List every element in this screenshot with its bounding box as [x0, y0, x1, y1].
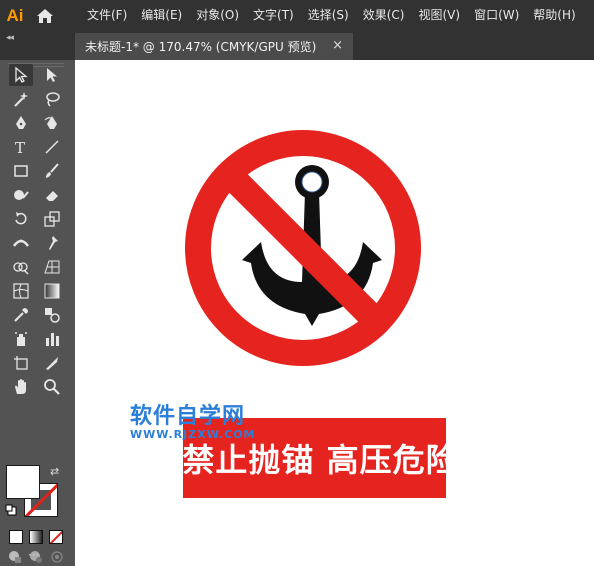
menu-effect[interactable]: 效果(C) [356, 0, 412, 31]
shape-builder-tool-icon[interactable] [9, 256, 33, 278]
artboard-tool-icon[interactable] [9, 352, 33, 374]
app-logo: Ai [6, 5, 24, 25]
watermark-title: 软件自学网 [130, 404, 246, 429]
menu-file[interactable]: 文件(F) [80, 0, 134, 31]
draw-normal-icon[interactable] [5, 548, 25, 566]
width-tool-icon[interactable] [9, 232, 33, 254]
scale-tool-icon[interactable] [40, 208, 64, 230]
symbol-sprayer-tool-icon[interactable] [9, 328, 33, 350]
menu-view[interactable]: 视图(V) [411, 0, 467, 31]
warning-text: 禁止抛锚 高压危险 [182, 441, 459, 479]
menu-bar: Ai 文件(F) 编辑(E) 对象(O) 文字(T) 选择(S) 效果(C) 视… [0, 0, 594, 31]
home-icon [37, 8, 53, 23]
mesh-tool-icon[interactable] [9, 280, 33, 302]
eraser-tool-icon[interactable] [40, 184, 64, 206]
eyedropper-tool-icon[interactable] [9, 304, 33, 326]
menu-help[interactable]: 帮助(H) [526, 0, 582, 31]
gradient-tool-icon[interactable] [40, 280, 64, 302]
magic-wand-tool-icon[interactable] [9, 88, 33, 110]
shaper-tool-icon[interactable] [9, 184, 33, 206]
close-tab-icon[interactable]: × [332, 38, 343, 53]
document-tab-bar: ◂◂ 未标题-1* @ 170.47% (CMYK/GPU 预览) × [0, 31, 594, 60]
rotate-tool-icon[interactable] [9, 208, 33, 230]
watermark-url: WWW.RJZXW.COM [130, 428, 256, 441]
home-button[interactable] [30, 0, 60, 31]
fill-swatch[interactable] [6, 465, 40, 499]
blend-tool-icon[interactable] [40, 304, 64, 326]
line-segment-tool-icon[interactable] [40, 136, 64, 158]
menu-object[interactable]: 对象(O) [189, 0, 246, 31]
zoom-tool-icon[interactable] [40, 376, 64, 398]
rectangle-tool-icon[interactable] [9, 160, 33, 182]
default-fill-stroke-icon[interactable] [5, 504, 17, 516]
puppet-warp-tool-icon[interactable] [40, 232, 64, 254]
draw-inside-icon[interactable] [47, 548, 67, 566]
menu-select[interactable]: 选择(S) [301, 0, 356, 31]
menu-window[interactable]: 窗口(W) [467, 0, 526, 31]
document-tab-title: 未标题-1* @ 170.47% (CMYK/GPU 预览) [85, 40, 317, 54]
svg-text:T: T [15, 139, 25, 156]
gradient-mode-button[interactable] [29, 530, 43, 544]
no-anchoring-sign[interactable] [185, 130, 421, 366]
artboard-canvas[interactable]: 禁止抛锚 高压危险 软件自学网 WWW.RJZXW.COM [75, 60, 594, 566]
perspective-grid-tool-icon[interactable] [40, 256, 64, 278]
tools-panel: T ⇄ [0, 60, 73, 566]
paintbrush-tool-icon[interactable] [40, 160, 64, 182]
more-tools-icon[interactable]: ··· [28, 548, 39, 562]
hand-tool-icon[interactable] [9, 376, 33, 398]
menu-type[interactable]: 文字(T) [246, 0, 301, 31]
collapse-panel-icon[interactable]: ◂◂ [6, 33, 14, 43]
swap-fill-stroke-icon[interactable]: ⇄ [50, 465, 59, 478]
document-tab[interactable]: 未标题-1* @ 170.47% (CMYK/GPU 预览) × [75, 33, 353, 60]
lasso-tool-icon[interactable] [40, 88, 64, 110]
column-graph-tool-icon[interactable] [40, 328, 64, 350]
pen-tool-icon[interactable] [9, 112, 33, 134]
menu-edit[interactable]: 编辑(E) [134, 0, 189, 31]
direct-selection-tool-icon[interactable] [40, 64, 64, 86]
color-mode-button[interactable] [9, 530, 23, 544]
slice-tool-icon[interactable] [40, 352, 64, 374]
curvature-tool-icon[interactable] [40, 112, 64, 134]
selection-tool-icon[interactable] [9, 64, 33, 86]
type-tool-icon[interactable]: T [9, 136, 33, 158]
none-mode-button[interactable] [49, 530, 63, 544]
watermark: 软件自学网 WWW.RJZXW.COM [130, 398, 256, 441]
fill-stroke-swatches: ⇄ [0, 460, 73, 530]
menu-list: 文件(F) 编辑(E) 对象(O) 文字(T) 选择(S) 效果(C) 视图(V… [80, 0, 583, 31]
